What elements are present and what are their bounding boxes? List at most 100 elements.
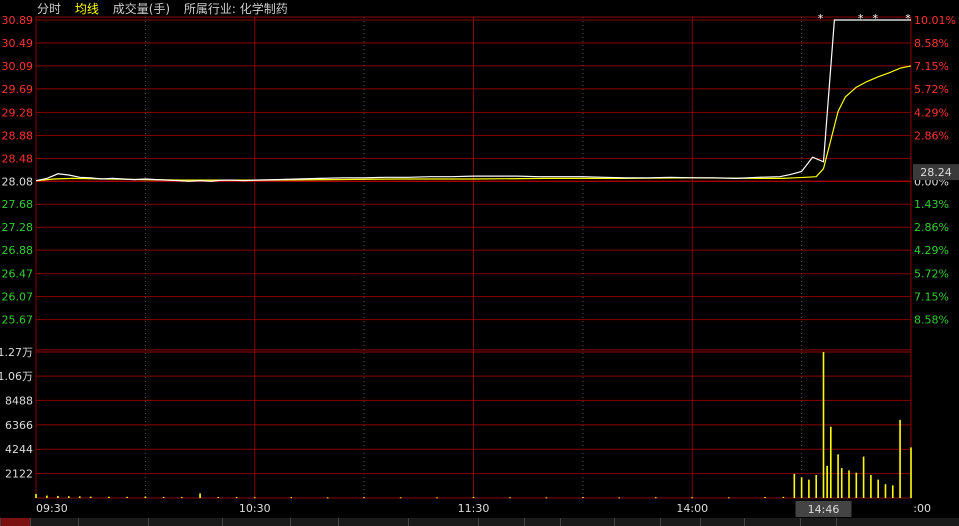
volume-bar: [181, 497, 183, 499]
volume-bar: [782, 496, 785, 498]
price-tick-label: 30.89: [2, 14, 34, 27]
bottom-tab[interactable]: [700, 518, 745, 526]
volume-bar: [35, 493, 37, 498]
price-tick-label: 27.68: [2, 198, 34, 211]
bottom-tab[interactable]: [836, 518, 959, 526]
volume-bar: [162, 496, 165, 498]
volume-bar: [870, 475, 872, 498]
volume-bar: [253, 497, 256, 499]
bottom-tab[interactable]: [222, 518, 291, 526]
volume-bar: [217, 496, 220, 498]
volume-bar: [290, 497, 293, 499]
time-sharing-chart: 分时 均线 成交量(手) 所属行业: 化学制药 30.89 10.01% 30.49…: [0, 0, 959, 526]
volume-bar: [399, 497, 402, 499]
bottom-tab[interactable]: [290, 518, 339, 526]
volume-bar: [727, 497, 730, 499]
bottom-tab[interactable]: [78, 518, 149, 526]
volume-bar: [840, 468, 843, 498]
volume-bar: [815, 475, 818, 498]
percent-tick-label: 4.29%: [914, 244, 949, 257]
volume-tick-label: 1.06万: [0, 370, 33, 383]
limit-marker: *: [858, 12, 864, 25]
time-tick-label: 10:30: [239, 502, 271, 515]
percent-tick-label: 2.86%: [914, 221, 949, 234]
volume-bar: [436, 497, 438, 499]
price-tick-label: 30.49: [2, 37, 34, 50]
hover-time-label: 14:46: [808, 503, 840, 516]
volume-bar: [829, 426, 832, 498]
volume-bar: [78, 496, 81, 498]
volume-bar: [126, 496, 128, 498]
volume-bar: [199, 493, 201, 498]
volume-bar: [618, 497, 621, 499]
percent-tick-label: 5.72%: [914, 83, 949, 96]
volume-bar: [654, 497, 657, 499]
volume-bar: [691, 497, 694, 499]
volume-bar: [855, 472, 858, 498]
limit-marker: *: [818, 12, 824, 25]
bottom-tab[interactable]: [744, 518, 801, 526]
price-tick-label: 26.47: [2, 268, 34, 281]
bottom-tab[interactable]: [660, 518, 701, 526]
volume-bar: [764, 497, 766, 499]
volume-tick-label: 1.27万: [0, 346, 33, 359]
percent-tick-label: 1.43%: [914, 198, 949, 211]
volume-bar: [326, 497, 329, 499]
volume-bar: [800, 477, 803, 498]
time-tick-label: 14:00: [676, 502, 708, 515]
volume-bar: [891, 485, 894, 498]
bottom-tab[interactable]: [478, 518, 525, 526]
percent-tick-label: 8.58%: [914, 37, 949, 50]
current-price-label: 28.24: [920, 166, 952, 179]
volume-tick-label: 2122: [5, 468, 33, 481]
volume-bar: [68, 496, 70, 498]
percent-tick-label: 7.15%: [914, 60, 949, 73]
time-tick-label: :00: [913, 502, 931, 515]
price-tick-label: 30.09: [2, 60, 34, 73]
bottom-tab[interactable]: [524, 518, 561, 526]
volume-bar: [837, 454, 839, 498]
volume-bar: [363, 497, 365, 499]
volume-tick-label: 4244: [5, 443, 33, 456]
volume-bar: [877, 479, 879, 498]
bottom-tab[interactable]: [338, 518, 409, 526]
volume-bar: [884, 484, 887, 498]
volume-bar: [235, 497, 238, 499]
percent-tick-label: 7.15%: [914, 291, 949, 304]
percent-tick-label: 8.58%: [914, 314, 949, 327]
bottom-tab[interactable]: [614, 518, 661, 526]
percent-tick-label: 5.72%: [914, 268, 949, 281]
percent-tick-label: 10.01%: [914, 14, 956, 27]
volume-bar: [46, 495, 48, 498]
price-tick-label: 27.28: [2, 221, 34, 234]
percent-tick-label: 4.29%: [914, 106, 949, 119]
volume-bar: [862, 456, 865, 498]
volume-bar: [822, 352, 825, 498]
volume-bar: [582, 497, 584, 499]
price-tick-label: 28.08: [2, 175, 34, 188]
time-tick-label: 09:30: [36, 502, 68, 515]
volume-bar: [826, 465, 828, 498]
bottom-tab[interactable]: [560, 518, 615, 526]
volume-tick-label: 8488: [5, 394, 33, 407]
price-tick-label: 28.88: [2, 129, 34, 142]
price-tick-label: 25.67: [2, 314, 34, 327]
volume-bar: [57, 495, 59, 498]
volume-bar: [89, 496, 92, 498]
bottom-tab[interactable]: [408, 518, 479, 526]
price-tick-label: 29.69: [2, 83, 34, 96]
volume-bar: [509, 497, 511, 499]
price-tick-label: 26.88: [2, 244, 34, 257]
bottom-tab[interactable]: [0, 518, 31, 526]
chart-canvas: 30.89 10.01% 30.49 8.58% 30.09 7.15% 29.69 5.72…: [0, 12, 959, 517]
price-tick-label: 26.07: [2, 291, 34, 304]
bottom-tab[interactable]: [30, 518, 79, 526]
volume-bar: [848, 470, 850, 498]
bottom-tab[interactable]: [148, 518, 223, 526]
volume-bar: [472, 496, 475, 498]
volume-bar: [108, 496, 110, 498]
bottom-tab[interactable]: [800, 518, 837, 526]
volume-bar: [808, 479, 810, 498]
volume-bar: [910, 447, 912, 498]
volume-tick-label: 6366: [5, 419, 33, 432]
